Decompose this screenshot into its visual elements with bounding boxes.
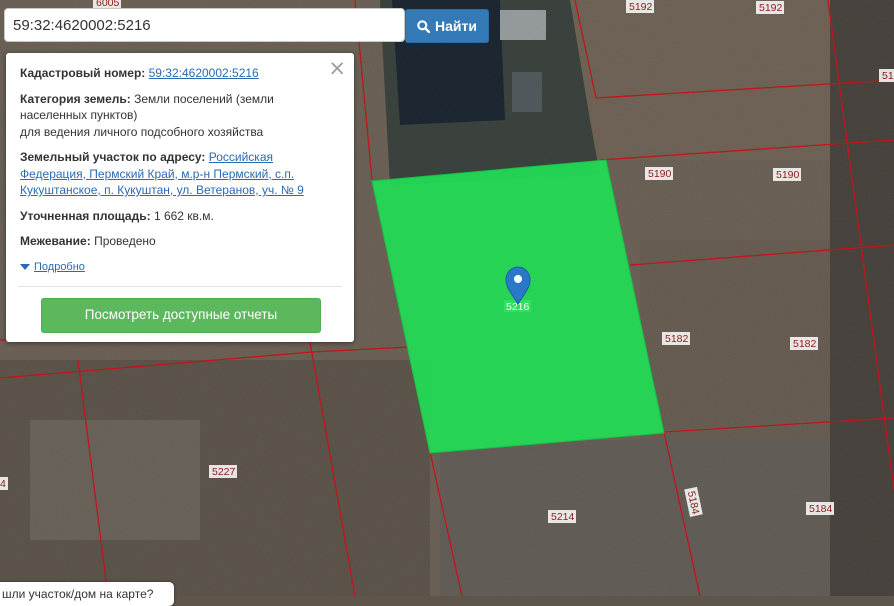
cadastral-number-label: Кадастровый номер: [20, 66, 146, 80]
parcel-label-5192: 5192 [756, 1, 784, 14]
area-value: 1 662 кв.м. [153, 208, 214, 223]
svg-text:5184: 5184 [809, 503, 833, 515]
svg-text:5227: 5227 [212, 466, 236, 478]
survey-row: Межевание: Проведено [20, 233, 340, 250]
svg-text:519: 519 [882, 70, 894, 82]
land-category-row: Категория земель: Земли поселений (земли… [20, 91, 340, 141]
caret-down-icon [20, 263, 30, 270]
area-row: Уточненная площадь: 1 662 кв.м. [20, 208, 340, 225]
parcel-label-519: 519 [879, 69, 894, 82]
survey-value: Проведено [94, 234, 156, 248]
cadastral-number-row: Кадастровый номер: 59:32:4620002:5216 [20, 65, 340, 82]
svg-text:5182: 5182 [793, 338, 817, 350]
address-row: Земельный участок по адресу: Российская … [20, 149, 340, 199]
svg-text:5190: 5190 [776, 169, 800, 181]
search-button[interactable]: Найти [405, 9, 489, 43]
svg-text:5214: 5214 [551, 511, 575, 523]
cadastral-number-link[interactable]: 59:32:4620002:5216 [149, 66, 259, 80]
details-link[interactable]: Подробно [34, 259, 85, 276]
view-reports-button[interactable]: Посмотреть доступные отчеты [41, 298, 321, 333]
details-toggle[interactable]: Подробно [20, 259, 340, 276]
close-icon[interactable]: × [328, 56, 346, 80]
parcel-label-4: 4 [0, 477, 8, 490]
search-icon [417, 19, 431, 33]
svg-text:5192: 5192 [629, 1, 653, 13]
svg-text:5192: 5192 [759, 2, 783, 14]
divider [18, 286, 342, 287]
parcel-label-5184: 5184 [806, 502, 834, 515]
svg-text:5190: 5190 [648, 168, 672, 180]
parcel-label-5227: 5227 [209, 465, 237, 478]
survey-label: Межевание: [20, 234, 91, 248]
parcel-label-5182: 5182 [662, 332, 690, 345]
land-usage-value: для ведения личного подсобного хозяйства [20, 124, 264, 139]
svg-text:5182: 5182 [665, 333, 689, 345]
address-label: Земельный участок по адресу: [20, 150, 206, 164]
parcel-label-5192: 5192 [626, 0, 654, 13]
parcel-label-5190: 5190 [773, 168, 801, 181]
land-category-label: Категория земель: [20, 91, 131, 106]
svg-text:4: 4 [0, 478, 6, 490]
help-prompt-bar[interactable]: шли участок/дом на карте? [0, 582, 174, 606]
search-input[interactable] [4, 8, 405, 42]
parcel-label-5214: 5214 [548, 510, 576, 523]
parcel-label-5190: 5190 [645, 167, 673, 180]
parcel-label-5182: 5182 [790, 337, 818, 350]
area-label: Уточненная площадь: [20, 208, 151, 223]
parcel-info-popup: × Кадастровый номер: 59:32:4620002:5216 … [6, 53, 354, 342]
search-button-label: Найти [435, 18, 477, 34]
